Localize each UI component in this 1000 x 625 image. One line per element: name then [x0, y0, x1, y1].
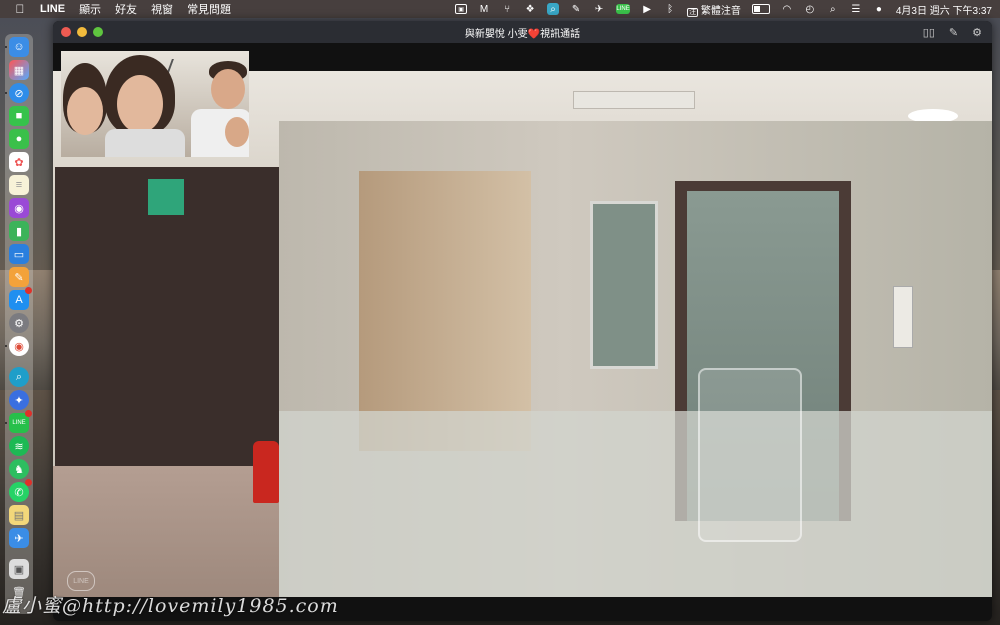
- numbers-icon[interactable]: ▮: [9, 221, 29, 241]
- launchpad-icon[interactable]: ▦: [9, 60, 29, 80]
- dock: ☺ ▦ ⊘ ■ ● ✿ ≡ ◉ ▮ ▭ ✎ A ⚙ ◉ ⌕ ✦ LINE ≋ ♞…: [5, 34, 33, 614]
- menu-friends[interactable]: 好友: [115, 1, 137, 17]
- keynote-icon[interactable]: ▭: [9, 244, 29, 264]
- magnifier-app-icon[interactable]: ⌕: [9, 367, 29, 387]
- menu-window[interactable]: 視窗: [151, 1, 173, 17]
- magnifier-menubar-icon[interactable]: ⌕: [547, 3, 560, 15]
- running-indicator: [5, 92, 7, 94]
- wood-cabinet: [359, 171, 531, 451]
- evernote-icon[interactable]: ♞: [9, 459, 29, 479]
- child-face: [225, 117, 249, 147]
- wifi-icon[interactable]: ◠: [781, 3, 793, 15]
- network-app-icon[interactable]: ✦: [9, 390, 29, 410]
- self-view-thumbnail[interactable]: [61, 51, 249, 157]
- safari-icon[interactable]: ⊘: [9, 83, 29, 103]
- spotlight-icon[interactable]: ⌕: [827, 3, 839, 15]
- wall-intercom: [893, 286, 913, 348]
- menubar-clock[interactable]: 4月3日 週六 下午3:37: [896, 2, 992, 17]
- exit-sign: [148, 179, 184, 215]
- system-preferences-icon[interactable]: ⚙: [9, 313, 29, 333]
- send-app-icon[interactable]: ✈: [9, 528, 29, 548]
- notes-icon[interactable]: ≡: [9, 175, 29, 195]
- bluetooth-icon[interactable]: ᛒ: [664, 3, 676, 15]
- running-indicator: [5, 422, 7, 424]
- running-indicator: [5, 46, 7, 48]
- evernote-menubar-icon[interactable]: ✎: [570, 3, 582, 15]
- apple-menu-icon[interactable]: : [14, 2, 26, 16]
- acrylic-shield: [698, 368, 802, 542]
- video-call-window: 與新嬰悅 小雯❤️視訊通話 ▯▯ ✎ ⚙ LINE: [53, 21, 992, 621]
- battery-icon[interactable]: [751, 4, 770, 14]
- paper-plane-icon[interactable]: ✈: [593, 3, 605, 15]
- usb-icon[interactable]: ⑂: [501, 3, 513, 15]
- menu-faq[interactable]: 常見問題: [187, 1, 231, 17]
- blog-watermark: 盧小蜜@http://lovemily1985.com: [2, 595, 339, 617]
- inner-window: [590, 201, 658, 369]
- running-indicator: [5, 345, 7, 347]
- spotify-icon[interactable]: ≋: [9, 436, 29, 456]
- person-face: [117, 75, 163, 133]
- stickies-icon[interactable]: ▤: [9, 505, 29, 525]
- control-center-icon[interactable]: ☰: [850, 3, 862, 15]
- line-logo-watermark: LINE: [67, 571, 95, 591]
- split-view-icon[interactable]: ▯▯: [923, 26, 935, 39]
- maximize-button[interactable]: [93, 27, 103, 37]
- app-name-menu[interactable]: LINE: [40, 3, 65, 15]
- time-machine-icon[interactable]: ◴: [804, 3, 816, 15]
- app-store-icon[interactable]: A: [9, 287, 32, 310]
- menu-view[interactable]: 顯示: [79, 1, 101, 17]
- chrome-icon[interactable]: ◉: [9, 336, 29, 356]
- settings-gear-icon[interactable]: ⚙: [972, 26, 982, 39]
- frosted-glass-band: [279, 411, 992, 597]
- facetime-icon[interactable]: ■: [9, 106, 29, 126]
- menu-bar:  LINE 顯示 好友 視窗 常見問題 ▣ M ⑂ ❖ ⌕ ✎ ✈ LINE …: [0, 0, 1000, 18]
- line-menubar-icon[interactable]: LINE: [616, 4, 631, 14]
- close-button[interactable]: [61, 27, 71, 37]
- whatsapp-icon[interactable]: ✆: [9, 479, 32, 502]
- line-icon[interactable]: LINE: [9, 410, 32, 433]
- messages-icon[interactable]: ●: [9, 129, 29, 149]
- person-shirt: [105, 129, 185, 157]
- siri-icon[interactable]: ●: [873, 3, 885, 15]
- play-icon[interactable]: ▶: [641, 3, 653, 15]
- person-face: [67, 87, 103, 135]
- minimize-button[interactable]: [77, 27, 87, 37]
- person-face: [211, 69, 245, 109]
- menubar-app-icon[interactable]: ▣: [455, 4, 468, 14]
- dropbox-icon[interactable]: ❖: [524, 3, 536, 15]
- preview-icon[interactable]: ▣: [9, 559, 29, 579]
- pages-icon[interactable]: ✎: [9, 267, 29, 287]
- photos-icon[interactable]: ✿: [9, 152, 29, 172]
- finder-icon[interactable]: ☺: [9, 37, 29, 57]
- air-vent: [573, 91, 695, 109]
- window-title: 與新嬰悅 小雯❤️視訊通話: [464, 28, 581, 40]
- menubar-m-icon[interactable]: M: [478, 3, 490, 15]
- pin-icon[interactable]: ✎: [949, 26, 958, 39]
- podcasts-icon[interactable]: ◉: [9, 198, 29, 218]
- fire-extinguisher: [253, 441, 279, 503]
- title-bar[interactable]: 與新嬰悅 小雯❤️視訊通話 ▯▯ ✎ ⚙: [53, 21, 992, 43]
- input-method[interactable]: 注 繁體注音: [687, 2, 741, 17]
